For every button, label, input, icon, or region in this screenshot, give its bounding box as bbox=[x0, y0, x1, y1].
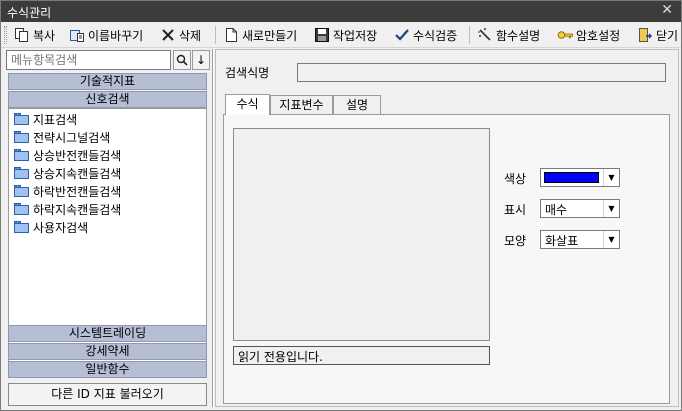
tab-formula[interactable]: 수식 bbox=[225, 94, 270, 115]
rename-icon bbox=[69, 27, 85, 43]
folder-icon bbox=[14, 185, 29, 197]
tree-item[interactable]: 상승지속캔들검색 bbox=[14, 164, 121, 182]
toolbar-grip[interactable] bbox=[4, 26, 7, 44]
folder-icon bbox=[14, 221, 29, 233]
title-bar: 수식관리 ✕ bbox=[1, 1, 681, 22]
category-system-trading[interactable]: 시스템트레이딩 bbox=[8, 325, 207, 342]
tree-item[interactable]: 지표검색 bbox=[14, 110, 77, 128]
new-button[interactable]: 새로만들기 bbox=[221, 25, 299, 45]
panel-splitter[interactable] bbox=[212, 49, 214, 407]
delete-button[interactable]: 삭제 bbox=[158, 25, 203, 45]
folder-icon bbox=[14, 113, 29, 125]
read-only-status: 읽기 전용입니다. bbox=[233, 346, 490, 365]
formula-editor[interactable] bbox=[233, 128, 490, 341]
verify-formula-button[interactable]: 수식검증 bbox=[392, 25, 459, 45]
display-value: 매수 bbox=[545, 203, 568, 217]
close-button[interactable]: 닫기 bbox=[635, 25, 680, 45]
category-strength-weakness[interactable]: 강세약세 bbox=[8, 343, 207, 360]
new-document-icon bbox=[223, 27, 239, 43]
tree-item-label: 하락반전캔들검색 bbox=[33, 184, 122, 199]
function-help-button[interactable]: 함수설명 bbox=[475, 25, 542, 45]
toolbar-separator bbox=[215, 26, 216, 44]
password-button[interactable]: 암호설정 bbox=[555, 25, 622, 45]
tree-item-label: 상승반전캔들검색 bbox=[33, 148, 122, 163]
close-label: 닫기 bbox=[656, 28, 679, 43]
save-button[interactable]: 작업저장 bbox=[312, 25, 379, 45]
search-name-field[interactable] bbox=[297, 63, 666, 82]
delete-label: 삭제 bbox=[179, 28, 202, 43]
right-panel: 검색식명 수식 지표변수 설명 읽기 전용입니다. 색상 ▼ 표시 매수 ▼ 모… bbox=[215, 49, 679, 407]
folder-icon bbox=[14, 131, 29, 143]
color-label: 색상 bbox=[504, 172, 527, 186]
magic-wand-icon bbox=[477, 27, 493, 43]
delete-icon bbox=[160, 27, 176, 43]
copy-label: 복사 bbox=[33, 28, 56, 43]
rename-button[interactable]: 이름바꾸기 bbox=[67, 25, 145, 45]
verify-label: 수식검증 bbox=[413, 28, 458, 43]
tab-indicator-variables[interactable]: 지표변수 bbox=[270, 95, 333, 114]
folder-icon bbox=[14, 149, 29, 161]
tree-item[interactable]: 사용자검색 bbox=[14, 218, 88, 236]
tree-item-label: 지표검색 bbox=[33, 112, 78, 127]
folder-icon bbox=[14, 167, 29, 179]
shape-value: 화살표 bbox=[545, 234, 579, 248]
checkmark-icon bbox=[394, 27, 410, 43]
tree-item-label: 사용자검색 bbox=[33, 220, 89, 235]
down-arrow-button[interactable]: ↓ bbox=[192, 50, 210, 70]
category-technical-indicator[interactable]: 기술적지표 bbox=[8, 73, 207, 90]
key-icon bbox=[557, 27, 573, 43]
display-label: 표시 bbox=[504, 203, 527, 217]
dropdown-arrow-icon: ▼ bbox=[603, 169, 619, 186]
category-signal-search[interactable]: 신호검색 bbox=[8, 91, 207, 108]
exit-door-icon bbox=[637, 27, 653, 43]
formula-tab-pane: 읽기 전용입니다. 색상 ▼ 표시 매수 ▼ 모양 화살표 ▼ bbox=[223, 114, 670, 404]
function-help-label: 함수설명 bbox=[496, 28, 541, 43]
toolbar-separator bbox=[469, 26, 470, 44]
search-button[interactable] bbox=[173, 50, 191, 70]
close-window-icon[interactable]: ✕ bbox=[661, 2, 673, 18]
menu-search-input[interactable] bbox=[6, 50, 171, 70]
window-title: 수식관리 bbox=[7, 6, 52, 20]
tree-item-label: 전략시그널검색 bbox=[33, 130, 111, 145]
search-icon bbox=[176, 54, 188, 66]
color-picker[interactable]: ▼ bbox=[540, 168, 620, 187]
tree-item[interactable]: 하락반전캔들검색 bbox=[14, 182, 121, 200]
color-swatch bbox=[544, 172, 599, 183]
search-name-label: 검색식명 bbox=[225, 66, 270, 80]
tree-item-label: 상승지속캔들검색 bbox=[33, 166, 122, 181]
dropdown-arrow-icon: ▼ bbox=[603, 231, 619, 248]
tree-item[interactable]: 상승반전캔들검색 bbox=[14, 146, 121, 164]
down-arrow-icon: ↓ bbox=[195, 53, 207, 67]
left-panel: ↓ 기술적지표 신호검색 지표검색 전략시그널검색 상승반전캔들검색 상승지속캔… bbox=[5, 49, 210, 407]
display-select[interactable]: 매수 ▼ bbox=[540, 199, 620, 218]
save-label: 작업저장 bbox=[333, 28, 378, 43]
shape-select[interactable]: 화살표 ▼ bbox=[540, 230, 620, 249]
password-label: 암호설정 bbox=[576, 28, 621, 43]
load-other-id-button[interactable]: 다른 ID 지표 불러오기 bbox=[8, 383, 207, 406]
save-icon bbox=[314, 27, 330, 43]
new-label: 새로만들기 bbox=[242, 28, 298, 43]
tree-item[interactable]: 하락지속캔들검색 bbox=[14, 200, 121, 218]
rename-label: 이름바꾸기 bbox=[88, 28, 144, 43]
shape-label: 모양 bbox=[504, 234, 527, 248]
copy-button[interactable]: 복사 bbox=[12, 25, 57, 45]
category-general-functions[interactable]: 일반함수 bbox=[8, 361, 207, 378]
formula-manager-window: 수식관리 ✕ 복사 이름바꾸기 삭제 새로만들기 작업저장 수식검증 함수설명 … bbox=[0, 0, 682, 411]
folder-icon bbox=[14, 203, 29, 215]
toolbar: 복사 이름바꾸기 삭제 새로만들기 작업저장 수식검증 함수설명 암호설정 닫기 bbox=[1, 22, 681, 48]
tree-item[interactable]: 전략시그널검색 bbox=[14, 128, 110, 146]
tab-description[interactable]: 설명 bbox=[333, 95, 381, 114]
tree-item-label: 하락지속캔들검색 bbox=[33, 202, 122, 217]
dropdown-arrow-icon: ▼ bbox=[603, 200, 619, 217]
copy-icon bbox=[14, 27, 30, 43]
